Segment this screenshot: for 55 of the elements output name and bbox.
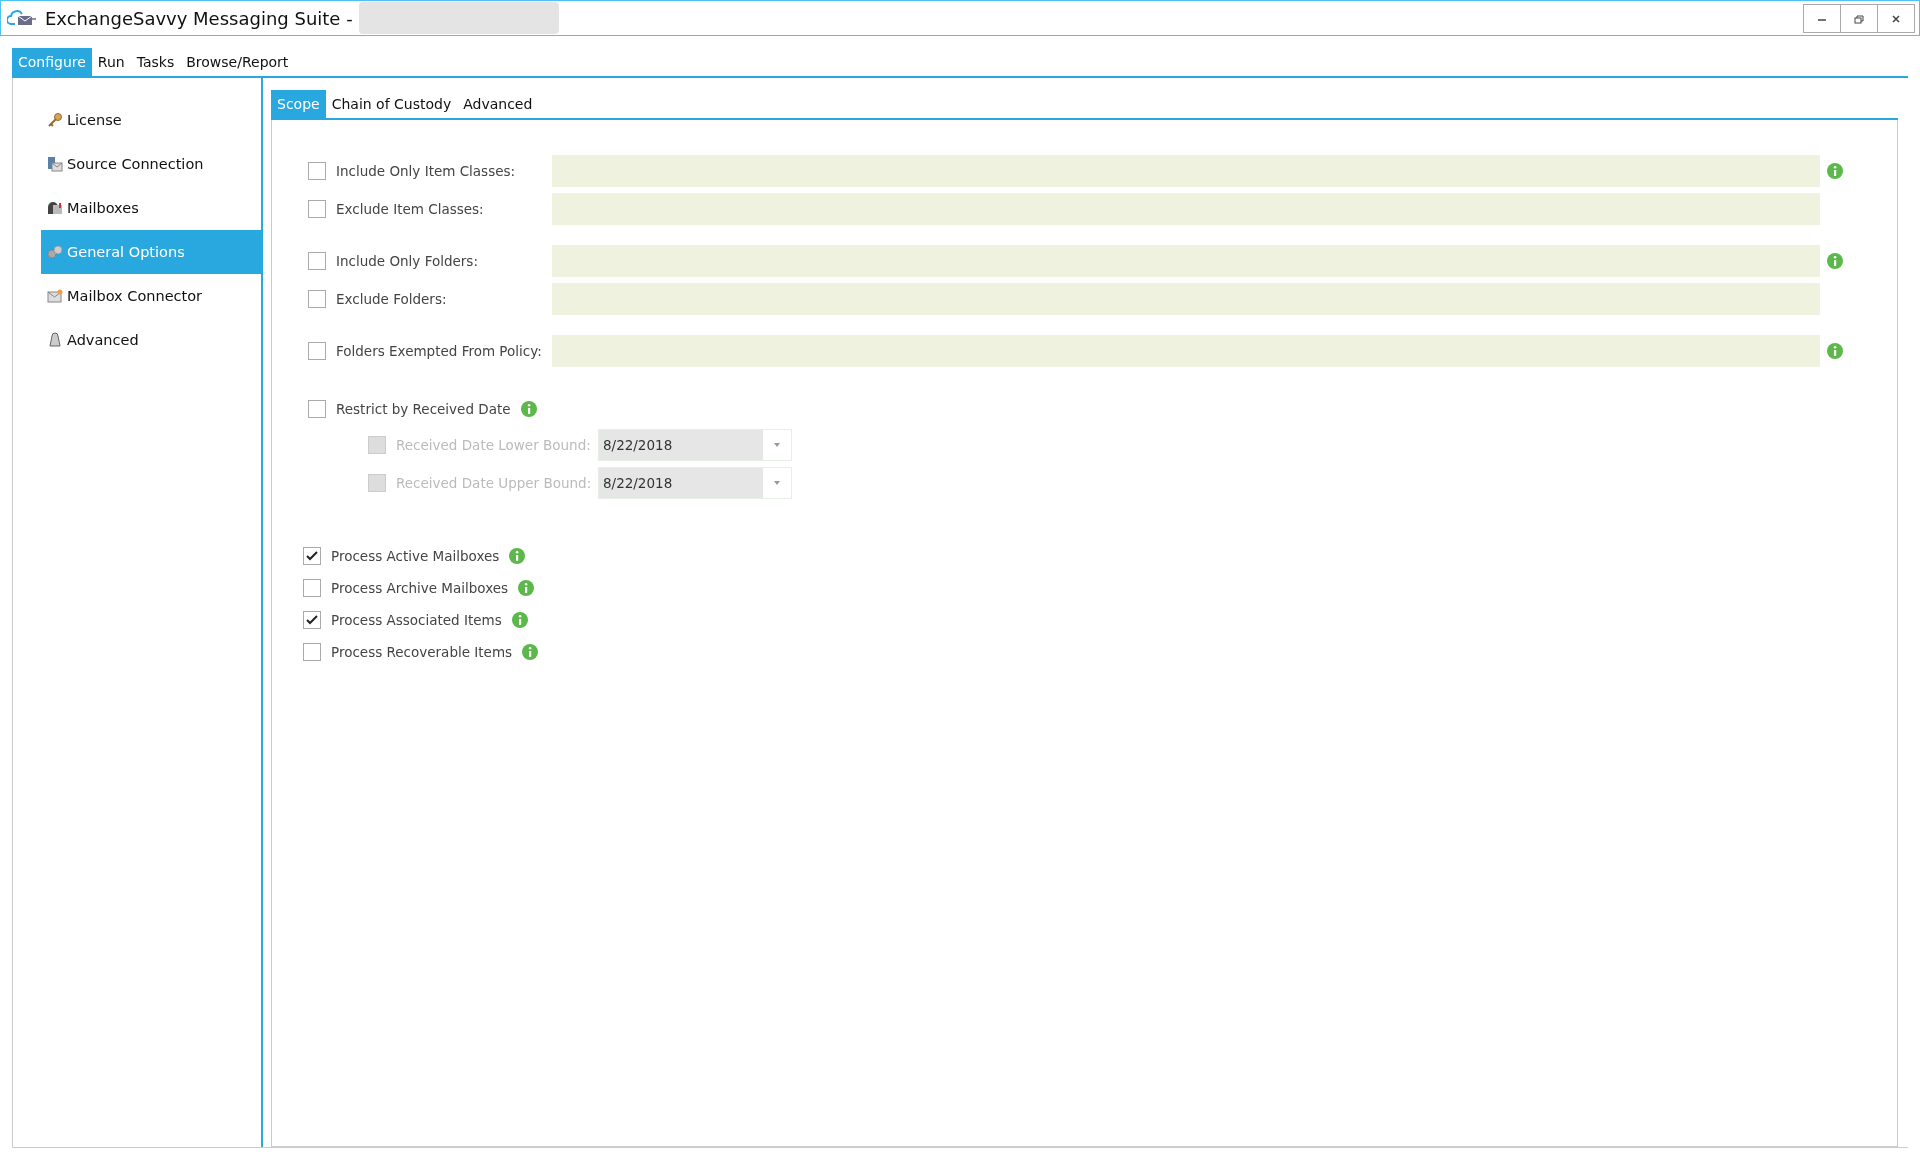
checkbox[interactable]	[308, 400, 326, 418]
restore-icon	[1854, 13, 1864, 24]
server-envelope-icon	[47, 156, 63, 172]
info-icon[interactable]	[1827, 343, 1843, 359]
info-icon[interactable]	[522, 644, 539, 660]
info-icon[interactable]	[520, 401, 537, 417]
sidebar-item[interactable]: Mailboxes	[41, 186, 261, 230]
field-label: Exclude Item Classes:	[336, 201, 484, 217]
checkbox[interactable]	[308, 252, 326, 270]
checkbox-label: Process Associated Items	[331, 612, 502, 628]
checkbox-label: Process Archive Mailboxes	[331, 580, 509, 596]
info-icon[interactable]	[509, 548, 526, 564]
field-label: Exclude Folders:	[336, 291, 447, 307]
sidebar-item[interactable]: Source Connection	[41, 142, 261, 186]
info-icon[interactable]	[511, 612, 528, 628]
sidebar-item[interactable]: License	[41, 98, 261, 142]
checkbox-label: Restrict by Received Date	[336, 401, 511, 417]
cloud-envelope-icon	[7, 9, 37, 27]
sidebar-item[interactable]: Mailbox Connector	[41, 274, 261, 318]
text-field[interactable]	[552, 193, 1820, 225]
field-label: Folders Exempted From Policy:	[336, 343, 542, 359]
field-label: Include Only Folders:	[336, 253, 478, 269]
field-label: Received Date Lower Bound:	[396, 437, 592, 453]
checkbox[interactable]	[303, 579, 321, 597]
envelope-icon	[47, 288, 63, 304]
window-title: ExchangeSavvy Messaging Suite -	[45, 7, 353, 29]
sidebar-item[interactable]: Advanced	[41, 318, 261, 362]
checkbox[interactable]	[308, 200, 326, 218]
field-label: Received Date Upper Bound:	[396, 475, 593, 491]
minimize-button[interactable]	[1803, 4, 1841, 33]
info-icon[interactable]	[518, 580, 535, 596]
info-icon[interactable]	[1827, 163, 1843, 179]
restore-button[interactable]	[1840, 4, 1878, 33]
caret-icon	[774, 481, 780, 485]
checkbox-label: Process Recoverable Items	[331, 644, 513, 660]
text-field[interactable]	[552, 283, 1820, 315]
key-icon	[47, 112, 63, 128]
text-field[interactable]	[552, 245, 1820, 277]
text-field[interactable]	[552, 335, 1820, 367]
close-icon	[1891, 13, 1901, 24]
mailbox-icon	[47, 200, 63, 216]
checkbox[interactable]	[308, 290, 326, 308]
checkbox[interactable]	[308, 342, 326, 360]
bell-icon	[47, 332, 63, 348]
checkbox[interactable]	[303, 547, 321, 565]
info-icon[interactable]	[1827, 253, 1843, 269]
close-button[interactable]	[1877, 4, 1915, 33]
text-field[interactable]	[552, 155, 1820, 187]
checkbox[interactable]	[303, 611, 321, 629]
checkbox[interactable]	[303, 643, 321, 661]
checkbox-label: Process Active Mailboxes	[331, 548, 500, 564]
field-label: Include Only Item Classes:	[336, 163, 516, 179]
gears-icon	[47, 244, 63, 260]
checkbox[interactable]	[308, 162, 326, 180]
caret-icon	[774, 443, 780, 447]
